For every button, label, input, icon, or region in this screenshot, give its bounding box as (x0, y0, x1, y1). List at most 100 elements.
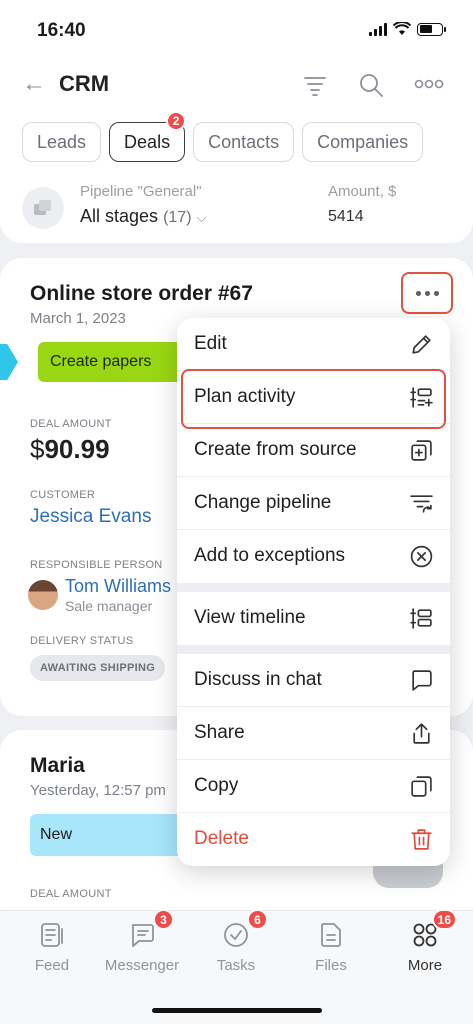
home-indicator (152, 1008, 322, 1013)
stage-filter-label: All stages (80, 206, 159, 226)
signal-icon (369, 22, 387, 36)
tab-companies[interactable]: Companies (302, 122, 424, 162)
deal-amount-value: 90.99 (44, 434, 110, 464)
trash-icon (411, 829, 432, 850)
deal-amount-label: DEAL AMOUNT (30, 888, 112, 900)
nav-label: Files (315, 957, 347, 974)
close-circle-icon (410, 545, 433, 568)
nav-messenger[interactable]: 3 Messenger (97, 909, 187, 974)
nav-more[interactable]: 16 More (380, 909, 470, 974)
nav-label: Tasks (216, 957, 256, 974)
tab-label: Contacts (208, 131, 280, 152)
tab-contacts[interactable]: Contacts (193, 122, 295, 162)
responsible-link[interactable]: Tom Williams (65, 576, 171, 597)
menu-item-label: Add to exceptions (194, 545, 346, 566)
copy-icon (411, 776, 432, 797)
nav-label: Feed (34, 957, 70, 974)
grid-icon: 16 (411, 909, 457, 949)
tasks-badge: 6 (247, 909, 268, 930)
menu-item-label: Edit (194, 333, 227, 354)
delivery-status-badge: AWAITING SHIPPING (30, 655, 166, 681)
tab-leads[interactable]: Leads (22, 122, 102, 162)
menu-item-change-pipeline[interactable]: Change pipeline (177, 477, 450, 530)
menu-item-view-timeline[interactable]: View timeline (177, 592, 450, 645)
menu-separator (177, 645, 450, 654)
messenger-badge: 3 (153, 909, 174, 930)
stage-filter[interactable]: All stages (17) ⌵ (80, 206, 206, 227)
tab-deals[interactable]: Deals 2 (109, 111, 187, 162)
currency-symbol: $ (30, 434, 45, 464)
pipeline-label: Pipeline "General" (80, 183, 202, 200)
title-row: ← CRM (0, 70, 473, 102)
tab-label: Leads (37, 131, 87, 152)
amount-label: Amount, $ (328, 183, 397, 200)
menu-item-discuss-in-chat[interactable]: Discuss in chat (177, 654, 450, 707)
menu-item-label: Delete (194, 828, 249, 849)
stage-badge[interactable]: Create papers (38, 342, 198, 382)
tab-label: Deals (124, 131, 171, 152)
menu-item-edit[interactable]: Edit (177, 318, 450, 371)
header: 16:40 ← CRM Leads Deals 2 Contacts Compan… (0, 0, 473, 243)
customer-link[interactable]: Jessica Evans (30, 506, 151, 528)
chevron-down-icon: ⌵ (196, 210, 207, 225)
more-horizontal-icon[interactable] (414, 78, 444, 90)
deal-date: March 1, 2023 (30, 310, 126, 327)
responsible-label: RESPONSIBLE PERSON (30, 559, 163, 571)
menu-item-delete[interactable]: Delete (177, 813, 450, 866)
files-icon (317, 921, 345, 949)
menu-item-label: Share (194, 722, 245, 743)
deal-title: Maria (30, 754, 85, 777)
nav-files[interactable]: Files (286, 921, 376, 974)
menu-item-add-to-exceptions[interactable]: Add to exceptions (177, 530, 450, 583)
bottom-nav: Feed 3 Messenger 6 Tasks Files 16 More (0, 909, 473, 1024)
share-icon (413, 723, 430, 744)
wifi-icon (393, 22, 411, 35)
tab-label: Companies (317, 131, 409, 152)
deal-more-button[interactable] (401, 272, 453, 314)
menu-separator (177, 583, 450, 592)
highlight-frame (181, 369, 446, 429)
chat-icon (412, 670, 432, 691)
tasks-icon: 6 (222, 909, 268, 949)
feed-icon (38, 921, 66, 949)
timeline-icon (410, 608, 432, 629)
menu-item-copy[interactable]: Copy (177, 760, 450, 813)
back-arrow-icon[interactable]: ← (22, 70, 46, 98)
deals-badge: 2 (166, 111, 187, 131)
menu-item-label: View timeline (194, 607, 306, 628)
deal-title: Online store order #67 (30, 282, 253, 305)
more-badge: 16 (431, 909, 457, 930)
nav-tasks[interactable]: 6 Tasks (191, 909, 281, 974)
nav-label: Messenger (104, 957, 180, 974)
search-icon[interactable] (358, 72, 384, 98)
customer-label: CUSTOMER (30, 489, 96, 501)
nav-feed[interactable]: Feed (7, 921, 97, 974)
stage-arrow-icon (0, 344, 18, 380)
menu-item-create-from-source[interactable]: Create from source (177, 424, 450, 477)
pipeline-selector[interactable]: Pipeline "General" All stages (17) ⌵ Amo… (22, 182, 452, 232)
battery-icon (417, 22, 446, 36)
crm-tabs: Leads Deals 2 Contacts Companies (22, 111, 424, 162)
avatar (28, 580, 58, 610)
deal-date: Yesterday, 12:57 pm (30, 782, 166, 799)
stage-count: (17) (163, 209, 192, 226)
menu-item-label: Discuss in chat (194, 669, 322, 690)
nav-label: More (407, 957, 443, 974)
stage-badge[interactable]: New (30, 814, 190, 856)
menu-item-label: Change pipeline (194, 492, 332, 513)
amount-value: 5414 (328, 208, 364, 225)
menu-item-share[interactable]: Share (177, 707, 450, 760)
pencil-icon (412, 335, 431, 354)
status-icons (369, 22, 446, 36)
page-title: CRM (59, 71, 110, 96)
copy-plus-icon (411, 440, 432, 461)
pipeline-change-icon (410, 495, 433, 513)
deal-amount: $90.99 (30, 434, 110, 465)
filter-icon[interactable] (302, 72, 328, 98)
delivery-label: DELIVERY STATUS (30, 635, 134, 647)
responsible-role: Sale manager (65, 598, 153, 614)
messenger-icon: 3 (128, 909, 174, 949)
deal-amount-label: DEAL AMOUNT (30, 418, 112, 430)
menu-item-label: Create from source (194, 439, 357, 460)
status-time: 16:40 (37, 20, 86, 41)
